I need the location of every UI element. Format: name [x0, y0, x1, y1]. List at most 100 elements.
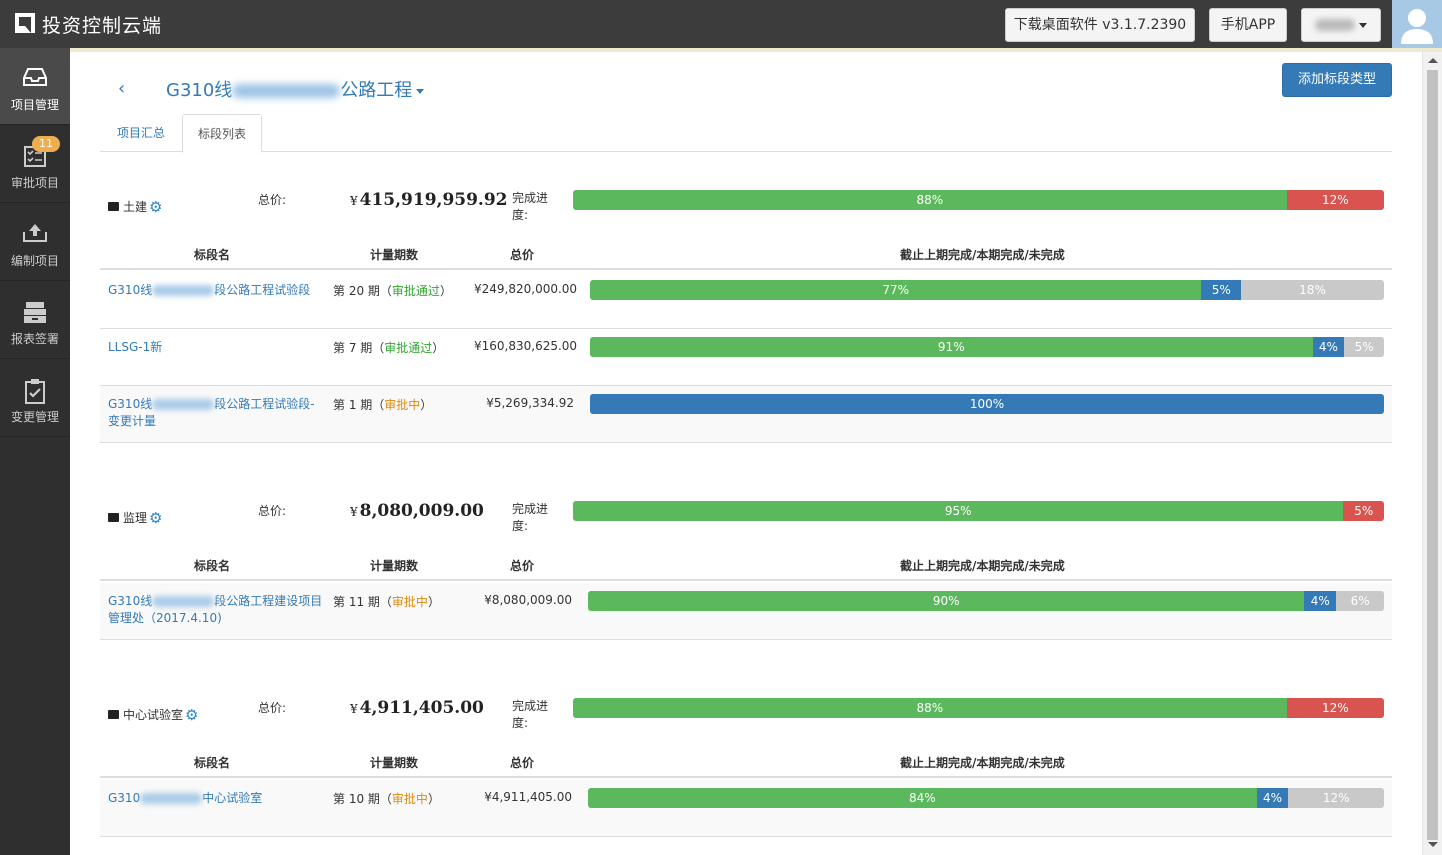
price-cell: ¥8,080,009.00 [472, 593, 572, 607]
sidebar-item-drafting[interactable]: 编制项目 [0, 204, 70, 281]
progress-incomplete-segment: 12% [1286, 190, 1384, 210]
progress-prior-done-segment: 91% [590, 337, 1313, 357]
sidebar-item-approvals[interactable]: 11 审批项目 [0, 126, 70, 203]
table-header: 标段名 计量期数 总价 截止上期完成/本期完成/未完成 [100, 746, 1392, 778]
column-header-period: 计量期数 [370, 559, 419, 573]
approval-status: 审批通过 [384, 341, 433, 355]
app-title: 投资控制云端 [42, 15, 163, 37]
period-value: 第 20 期 [333, 284, 380, 298]
group-title: 监理 ⚙ [108, 509, 162, 527]
progress-remaining-segment: 12% [1288, 788, 1384, 808]
section-name-link[interactable]: G310线 段公路工程试验段 [108, 282, 323, 299]
approval-status: 审批中 [391, 595, 428, 609]
gear-icon[interactable]: ⚙ [149, 198, 162, 216]
total-price-label: 总价: [258, 701, 287, 715]
period-value: 第 7 期 [333, 341, 373, 355]
user-name [1315, 19, 1355, 31]
project-title-prefix: G310线 [166, 80, 233, 101]
section-name-suffix: 段公路工程试验段 [214, 283, 311, 297]
user-menu-button[interactable] [1301, 8, 1381, 42]
group-progress-bar: 95% 5% [573, 501, 1384, 521]
price-value: 4,911,405.00 [491, 790, 572, 804]
section-name-prefix: G310线 [108, 594, 153, 608]
row-progress-bar: 91% 4% 5% [590, 337, 1384, 357]
top-bar: 投资控制云端 下载桌面软件 v3.1.7.2390 手机APP [0, 0, 1442, 48]
row-progress-bar: 77% 5% 18% [590, 280, 1384, 300]
currency-symbol: ¥ [474, 339, 482, 353]
section-name-prefix: LLSG-1新 [108, 340, 163, 354]
group-name: 中心试验室 [123, 708, 184, 722]
section-name-link[interactable]: LLSG-1新 [108, 339, 323, 356]
period-cell: 第 1 期（审批中） [333, 398, 433, 412]
progress-current-segment: 4% [1312, 337, 1345, 357]
tab-section-list[interactable]: 标段列表 [182, 114, 262, 153]
chevron-down-icon [1359, 22, 1367, 28]
back-button[interactable]: ‹ [118, 78, 125, 99]
table-row: G310线 段公路工程试验段 第 20 期（审批通过） ¥249,820,000.… [100, 272, 1392, 329]
inbox-icon [23, 68, 47, 86]
progress-remaining-segment: 6% [1336, 591, 1384, 611]
progress-prior-done-segment: 77% [590, 280, 1202, 300]
redacted-text [152, 285, 215, 296]
progress-remaining-segment: 5% [1344, 337, 1384, 357]
row-progress-bar: 90% 4% 6% [588, 591, 1384, 611]
progress-done-segment: 88% [573, 190, 1287, 210]
column-header-name: 标段名 [194, 248, 231, 262]
user-avatar-icon [1401, 9, 1433, 44]
sidebar-item-projects[interactable]: 项目管理 [0, 48, 70, 125]
price-value: 5,269,334.92 [493, 396, 574, 410]
table-header: 标段名 计量期数 总价 截止上期完成/本期完成/未完成 [100, 238, 1392, 270]
project-selector[interactable]: G310线 公路工程 [166, 76, 425, 102]
project-title-suffix: 公路工程 [340, 80, 413, 101]
completion-label: 完成进度: [512, 699, 549, 730]
approval-status: 审批中 [391, 792, 428, 806]
column-header-period: 计量期数 [370, 248, 419, 262]
download-desktop-button[interactable]: 下载桌面软件 v3.1.7.2390 [1005, 8, 1195, 42]
gear-icon[interactable]: ⚙ [185, 706, 198, 724]
column-header-total: 总价 [510, 248, 535, 262]
column-header-progress: 截止上期完成/本期完成/未完成 [900, 756, 1065, 770]
sidebar-item-label: 项目管理 [10, 98, 59, 112]
progress-current-segment: 4% [1256, 788, 1289, 808]
column-header-name: 标段名 [194, 756, 231, 770]
period-cell: 第 11 期（审批中） [333, 595, 440, 609]
avatar[interactable] [1392, 0, 1442, 48]
total-price-label: 总价: [258, 193, 287, 207]
column-header-progress: 截止上期完成/本期完成/未完成 [900, 248, 1065, 262]
sidebar-item-change-management[interactable]: 变更管理 [0, 360, 70, 437]
table-row: LLSG-1新 第 7 期（审批通过） ¥160,830,625.00 91% 4… [100, 329, 1392, 386]
row-progress-bar: 100% [590, 394, 1384, 414]
clipboard-icon [25, 379, 45, 404]
group-total: ¥8,080,009.00 [350, 501, 484, 521]
column-header-progress: 截止上期完成/本期完成/未完成 [900, 559, 1065, 573]
approvals-count-badge: 11 [32, 136, 60, 152]
section-name-link[interactable]: G310 中心试验室 [108, 790, 323, 807]
period-cell: 第 20 期（审批通过） [333, 284, 452, 298]
currency-symbol: ¥ [350, 505, 358, 519]
tab-project-summary[interactable]: 项目汇总 [106, 114, 176, 152]
scroll-thumb[interactable] [1427, 70, 1438, 840]
logo-icon [15, 13, 35, 33]
completion-label: 完成进度: [512, 502, 549, 533]
sidebar-item-label: 编制项目 [10, 254, 59, 268]
period-value: 第 10 期 [333, 792, 380, 806]
total-price-label: 总价: [258, 504, 287, 518]
sidebar-item-label: 变更管理 [10, 410, 59, 424]
period-cell: 第 10 期（审批中） [333, 792, 440, 806]
gear-icon[interactable]: ⚙ [149, 509, 162, 527]
group-total-value: 415,919,959.92 [359, 190, 508, 210]
add-section-type-button[interactable]: 添加标段类型 [1282, 63, 1392, 97]
vertical-scrollbar[interactable] [1422, 52, 1442, 855]
sidebar-item-report-signing[interactable]: 报表签署 [0, 282, 70, 359]
folder-icon [108, 513, 119, 522]
section-name-link[interactable]: G310线 段公路工程试验段-变更计量 [108, 396, 323, 430]
table-row: G310 中心试验室 第 10 期（审批中） ¥4,911,405.00 84% 4… [100, 780, 1392, 837]
mobile-app-button[interactable]: 手机APP [1209, 8, 1287, 42]
price-cell: ¥4,911,405.00 [472, 790, 572, 804]
table-header: 标段名 计量期数 总价 截止上期完成/本期完成/未完成 [100, 549, 1392, 581]
progress-remaining-segment: 18% [1241, 280, 1384, 300]
scroll-down-arrow-icon[interactable] [1428, 842, 1438, 847]
group-progress-bar: 88% 12% [573, 698, 1384, 718]
scroll-up-arrow-icon[interactable] [1428, 58, 1438, 63]
section-name-link[interactable]: G310线 段公路工程建设项目管理处（2017.4.10) [108, 593, 323, 627]
